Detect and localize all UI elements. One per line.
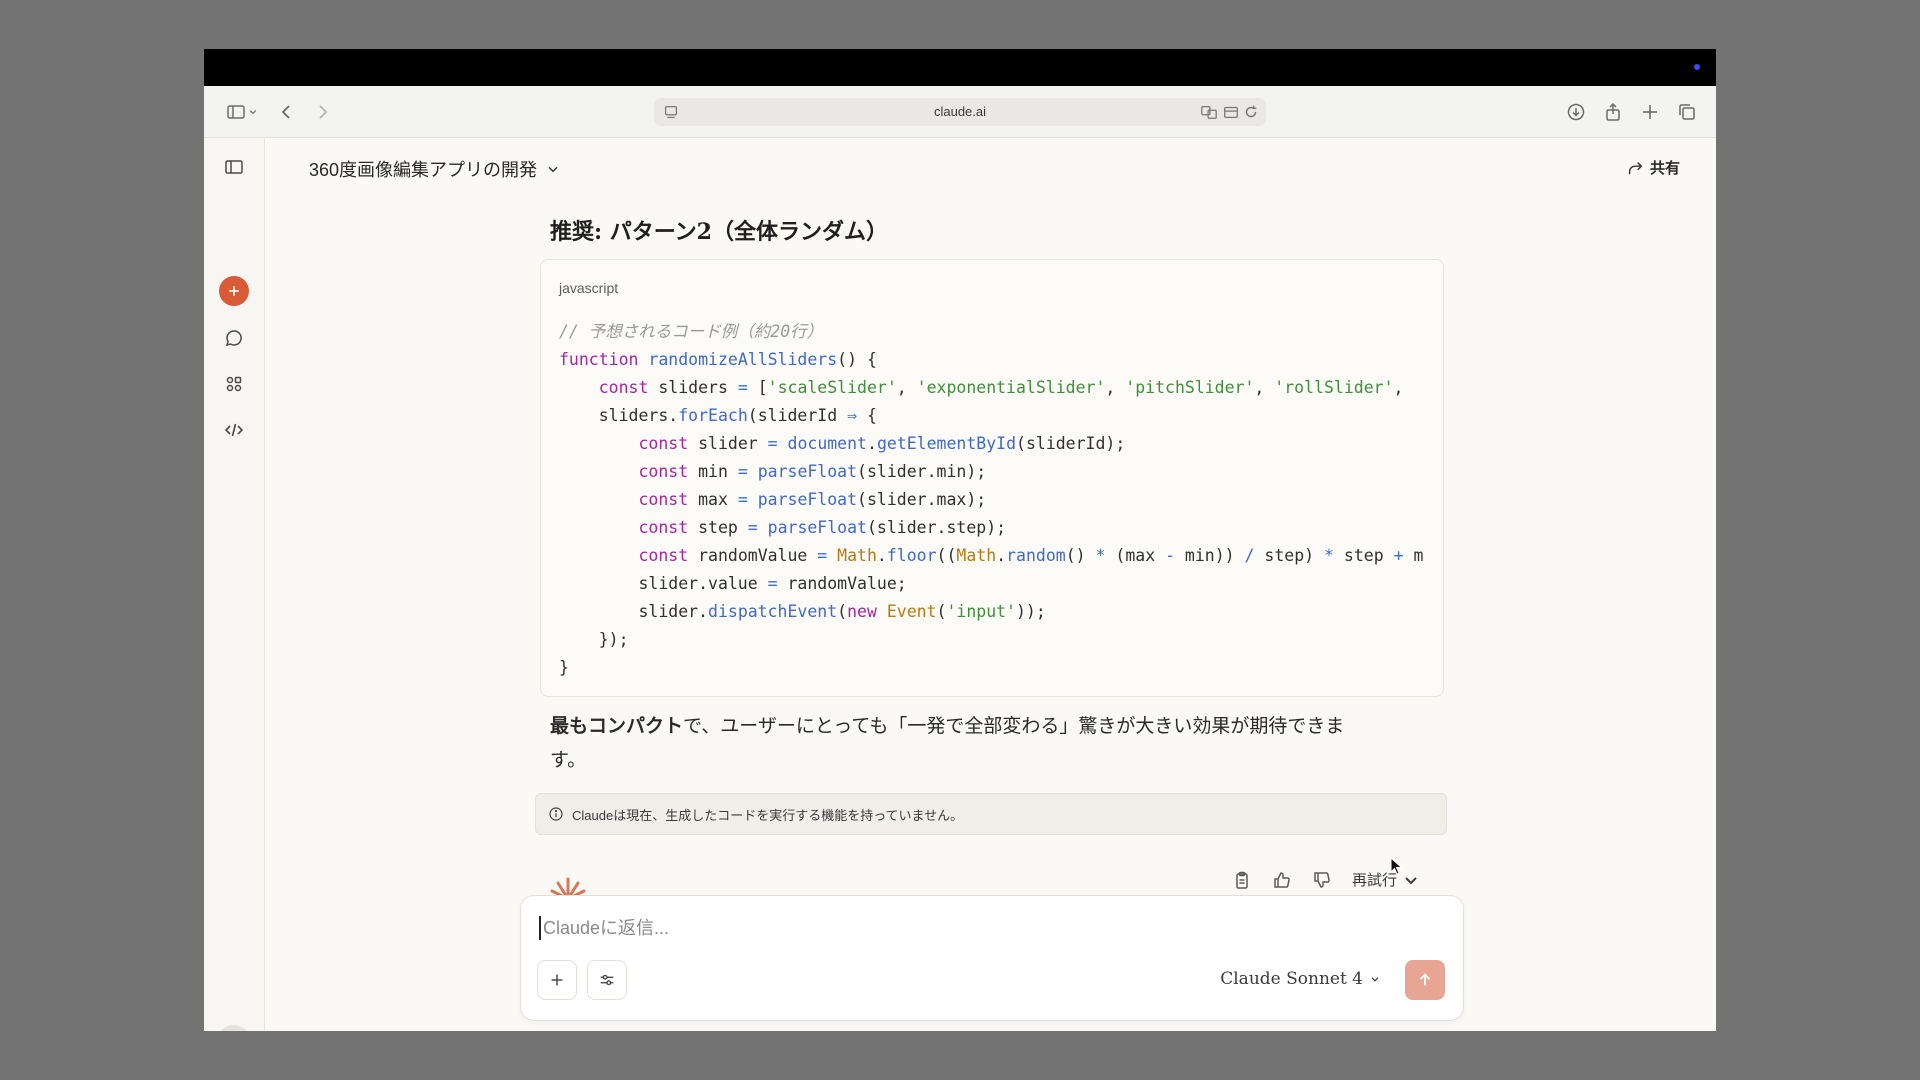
tools-button[interactable] bbox=[587, 960, 627, 1000]
browser-window: claude.ai 360度画像編集アプリの開発 共有 推奨: パターン2（全体… bbox=[204, 49, 1716, 1031]
model-selector[interactable]: Claude Sonnet 4 bbox=[1220, 969, 1381, 989]
send-button[interactable] bbox=[1405, 960, 1445, 1000]
sliders-icon bbox=[600, 974, 614, 986]
model-label: Claude Sonnet 4 bbox=[1220, 969, 1363, 989]
code-line: }); bbox=[559, 630, 629, 649]
conversation-body: 推奨: パターン2（全体ランダム） javascript // 予想されるコード… bbox=[204, 49, 1716, 1031]
code-execution-notice: Claudeは現在、生成したコードを実行する機能を持っていません。 bbox=[535, 793, 1447, 835]
copy-icon[interactable] bbox=[1232, 870, 1252, 890]
code-language-label: javascript bbox=[559, 280, 619, 296]
chevron-down-icon bbox=[1371, 977, 1379, 982]
code-content: // 予想されるコード例（約20行） function randomizeAllS… bbox=[559, 318, 1443, 682]
paragraph-bold: 最もコンパクト bbox=[550, 715, 684, 737]
attach-button[interactable] bbox=[537, 960, 577, 1000]
code-line: sliders.forEach(sliderId ⇒ { bbox=[559, 406, 877, 425]
response-paragraph: 最もコンパクトで、ユーザーにとっても「一発で全部変わる」驚きが大きい効果が期待で… bbox=[550, 709, 1370, 777]
mouse-cursor-icon bbox=[1390, 857, 1403, 875]
code-line: const min = parseFloat(slider.min); bbox=[638, 462, 987, 481]
code-block: javascript // 予想されるコード例（約20行） function ra… bbox=[540, 259, 1444, 697]
chevron-down-icon bbox=[1405, 876, 1417, 884]
code-line: function randomizeAllSliders() { bbox=[559, 350, 877, 369]
reply-composer[interactable]: Claudeに返信... Claude Sonnet 4 bbox=[520, 895, 1464, 1021]
code-line: const sliders = ['scaleSlider', 'exponen… bbox=[598, 378, 1404, 397]
info-icon bbox=[549, 807, 563, 821]
thumbs-down-icon[interactable] bbox=[1312, 870, 1332, 890]
reply-input[interactable]: Claudeに返信... bbox=[539, 916, 669, 940]
code-line: const randomValue = Math.floor((Math.ran… bbox=[638, 546, 1424, 565]
code-line: // 予想されるコード例（約20行） bbox=[559, 322, 824, 341]
plus-icon bbox=[551, 974, 563, 986]
arrow-up-icon bbox=[1419, 973, 1431, 986]
code-line: const slider = document.getElementById(s… bbox=[638, 434, 1126, 453]
retry-button[interactable]: 再試行 bbox=[1352, 869, 1421, 890]
notice-text: Claudeは現在、生成したコードを実行する機能を持っていません。 bbox=[572, 807, 964, 823]
code-line: const step = parseFloat(slider.step); bbox=[638, 518, 1007, 537]
code-line: slider.value = randomValue; bbox=[559, 574, 907, 593]
thumbs-up-icon[interactable] bbox=[1272, 870, 1292, 890]
code-line: const max = parseFloat(slider.max); bbox=[638, 490, 987, 509]
code-line: slider.dispatchEvent(new Event('input'))… bbox=[559, 602, 1046, 621]
code-line: } bbox=[559, 658, 569, 677]
section-heading: 推奨: パターン2（全体ランダム） bbox=[550, 219, 888, 245]
